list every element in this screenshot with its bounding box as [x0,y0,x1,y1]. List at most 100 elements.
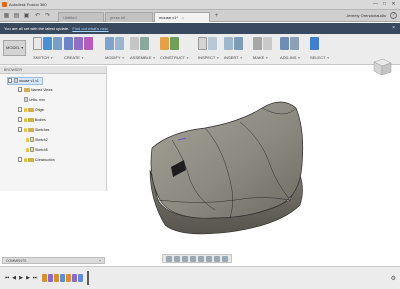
generate-toolpath-icon[interactable] [263,37,272,50]
play-icon[interactable]: ▶ [18,275,24,282]
timeline-feature[interactable] [42,274,47,282]
visibility-bulb-icon[interactable] [26,138,29,142]
node-label: Origin [35,108,45,112]
grid-settings-icon[interactable] [214,255,220,262]
mouse-model[interactable] [107,66,400,264]
new-tab-icon[interactable]: + [212,12,221,20]
tab-untitled[interactable]: Untitled [58,12,104,22]
browser-node-origin[interactable]: Origin [18,107,44,115]
visibility-bulb-icon[interactable] [24,108,27,112]
tab-mouse-v1[interactable]: mouse v1* × [154,12,210,22]
assemble-group[interactable]: ASSEMBLE▼ [130,36,160,64]
step-forward-icon[interactable]: ▶ [25,275,31,282]
workspace-switcher[interactable]: MODEL ▾ [3,40,26,56]
orbit-icon[interactable] [166,255,172,262]
insert-mesh-icon[interactable] [224,37,233,50]
timeline-feature[interactable] [48,274,53,282]
data-panel-icon[interactable]: ▦ [2,12,11,20]
sketch-group[interactable]: SKETCH▼ [33,36,63,64]
zoom-icon[interactable] [190,255,196,262]
browser-node-sketch2[interactable]: Sketch2 [26,137,48,145]
redo-icon[interactable]: ↷ [43,12,52,20]
timeline-feature[interactable] [60,274,65,282]
step-back-icon[interactable]: ◀ [11,275,17,282]
expand-toggle-icon[interactable] [8,78,12,83]
line-icon[interactable] [43,37,52,50]
timeline-feature[interactable] [54,274,59,282]
maximize-button[interactable]: □ [380,1,389,8]
expand-toggle-icon[interactable] [18,87,22,92]
rectangle-icon[interactable] [53,37,62,50]
browser-node-construction[interactable]: Construction [18,157,55,165]
visibility-bulb-icon[interactable] [26,148,29,152]
interference-icon[interactable] [208,37,217,50]
axis-icon[interactable] [170,37,179,50]
pan-icon[interactable] [182,255,188,262]
file-menu-icon[interactable]: ▤ [12,12,21,20]
timeline-feature[interactable] [72,274,77,282]
go-to-end-icon[interactable]: ⏭ [32,275,38,282]
insert-group[interactable]: INSERT▼ [224,36,252,64]
timeline-settings-icon[interactable]: ⚙ [391,275,396,282]
go-to-start-icon[interactable]: ⏮ [4,275,10,282]
3d-viewport[interactable] [107,66,400,264]
timeline-feature[interactable] [66,274,71,282]
browser-node-bodies[interactable]: Bodies [18,117,46,125]
sketch-icon[interactable] [33,37,42,50]
app-store-icon[interactable] [290,37,299,50]
extrude-icon[interactable] [64,37,73,50]
help-icon[interactable]: ? [390,12,397,19]
close-tab-icon[interactable]: × [182,15,184,20]
press-pull-icon[interactable] [105,37,114,50]
visibility-bulb-icon[interactable] [24,128,27,132]
timeline-feature[interactable] [78,274,83,282]
joint-icon[interactable] [140,37,149,50]
account-name[interactable]: Jeremy Orendorlaudio [346,13,386,18]
construct-group[interactable]: CONSTRUCT▼ [160,36,194,64]
visibility-bulb-icon[interactable] [24,158,27,162]
viewports-icon[interactable] [222,255,228,262]
view-cube[interactable] [369,56,394,78]
decal-icon[interactable] [234,37,243,50]
3d-print-icon[interactable] [253,37,262,50]
sweep-icon[interactable] [84,37,93,50]
browser-node-sketch5[interactable]: Sketch5 [26,147,48,155]
offset-plane-icon[interactable] [160,37,169,50]
inspect-group[interactable]: INSPECT▼ [198,36,224,64]
browser-node-units[interactable]: Units: mm [24,97,45,105]
expand-toggle-icon[interactable] [18,157,22,162]
revolve-icon[interactable] [74,37,83,50]
display-settings-icon[interactable] [206,255,212,262]
group-label: INSPECT [198,55,216,60]
browser-node-root[interactable]: mouse v1 v1 [7,77,43,85]
expand-toggle-icon[interactable] [18,117,22,122]
timeline-marker[interactable] [87,271,89,285]
browser-node-named-views[interactable]: Named Views [18,87,53,95]
select-icon[interactable] [310,37,319,50]
make-group[interactable]: MAKE▼ [253,36,279,64]
close-window-button[interactable]: ✕ [389,1,398,8]
save-icon[interactable]: ▣ [22,12,31,20]
fillet-icon[interactable] [115,37,124,50]
browser-header[interactable]: BROWSER [0,66,106,74]
measure-icon[interactable] [198,37,207,50]
add-comment-icon[interactable]: + [99,258,101,264]
visibility-bulb-icon[interactable] [24,118,27,122]
dismiss-notification-icon[interactable]: × [392,23,395,34]
tab-press-kit[interactable]: press kit [105,12,153,22]
scripts-icon[interactable] [280,37,289,50]
add-ins-group[interactable]: ADD-INS▼ [280,36,308,64]
create-group[interactable]: CREATE▼ [64,36,104,64]
minimize-button[interactable]: — [371,1,380,8]
comments-panel[interactable]: COMMENTS + [2,257,105,264]
new-component-icon[interactable] [130,37,139,50]
select-group[interactable]: SELECT▼ [310,36,336,64]
fit-icon[interactable] [198,255,204,262]
modify-group[interactable]: MODIFY▼ [105,36,129,64]
undo-icon[interactable]: ↶ [33,12,42,20]
browser-node-sketches[interactable]: Sketches [18,127,49,135]
expand-toggle-icon[interactable] [18,127,22,132]
look-at-icon[interactable] [174,255,180,262]
expand-toggle-icon[interactable] [18,107,22,112]
whats-new-link[interactable]: Find out what's new. [72,26,108,31]
